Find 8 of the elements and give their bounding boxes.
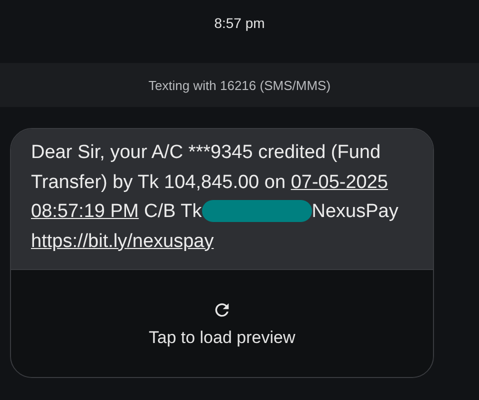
preview-label: Tap to load preview — [148, 328, 296, 348]
link[interactable]: https://bit.ly/nexuspay — [31, 226, 214, 256]
timestamp: 8:57 pm — [213, 14, 266, 33]
link[interactable]: 07-05-2025 — [290, 172, 388, 192]
preview-card[interactable]: Tap to load preview — [11, 269, 433, 377]
link[interactable]: 08:57:19 PM — [31, 201, 139, 222]
message-text: Dear Sir, your A/C ***9345 credited (Fund Transfer) by Tk 104,845.00 on 07-05-2025 08:57:19 PM C/B Tk NexusPay https://bit.ly/nexuspay — [31, 138, 415, 256]
conversation-info: Texting with 16216 (SMS/MMS) — [148, 78, 331, 92]
